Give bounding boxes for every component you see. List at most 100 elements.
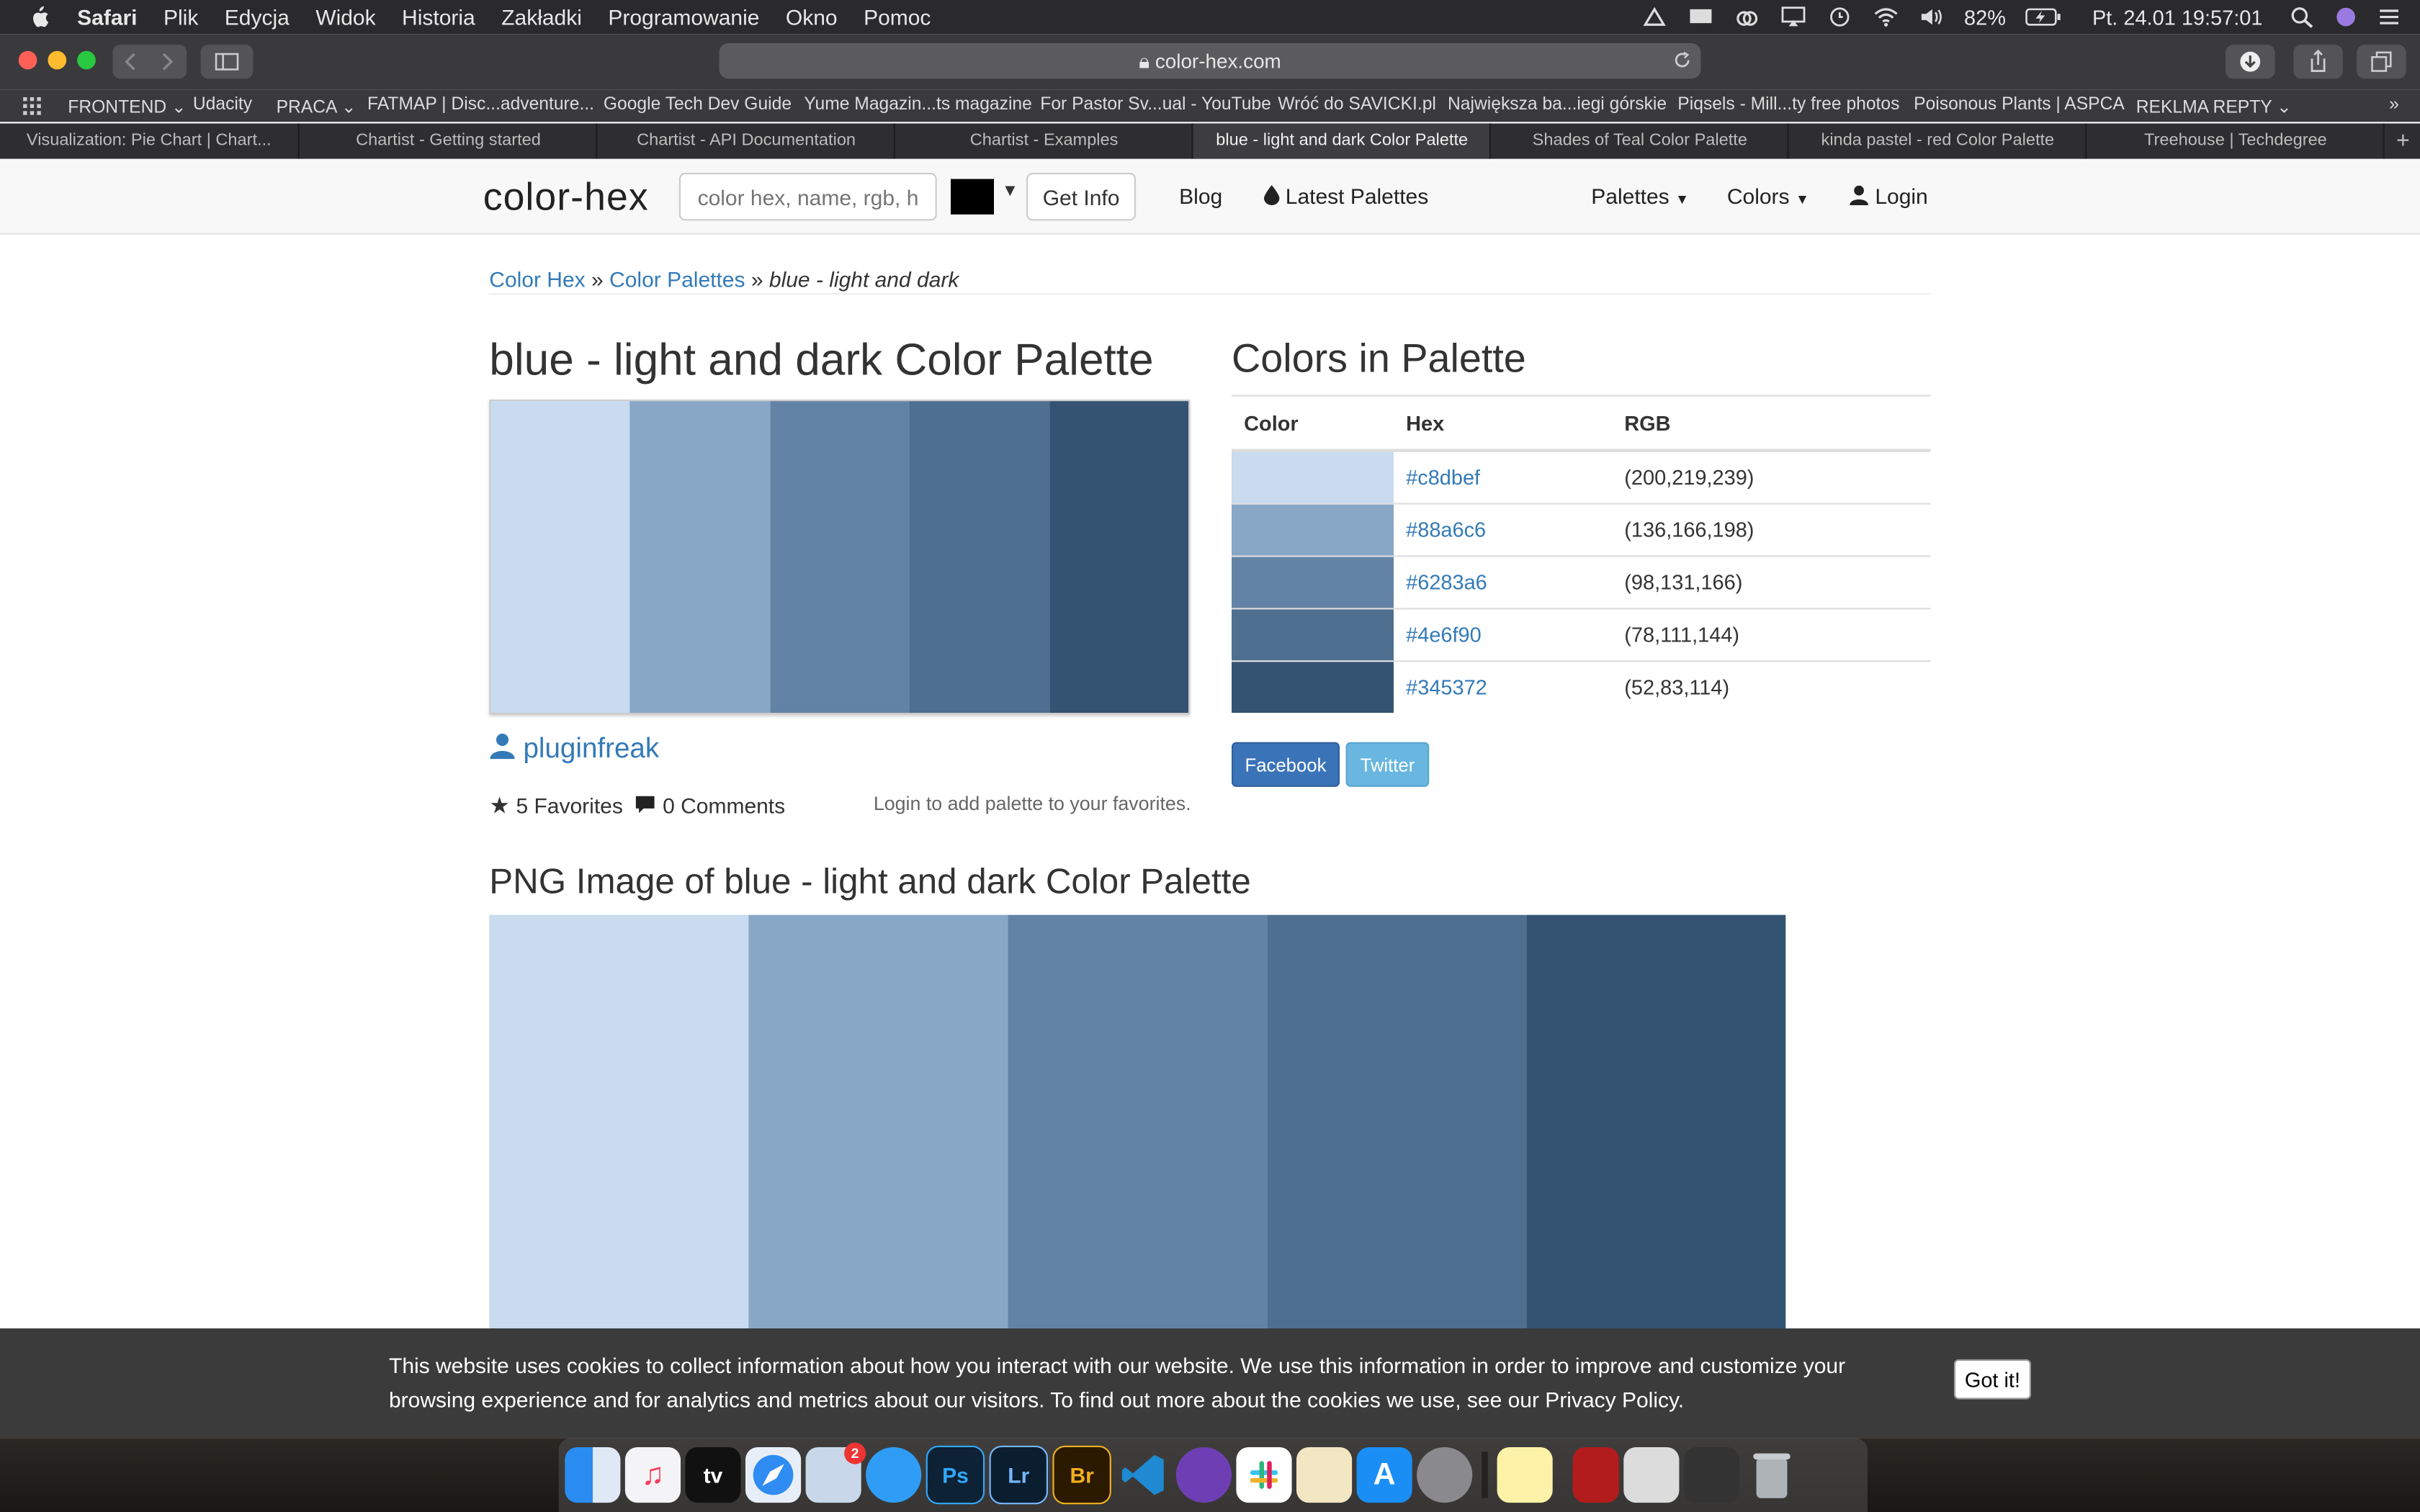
tab-blue-palette[interactable]: blue - light and dark Color Palette (1191, 123, 1491, 159)
creative-cloud-icon[interactable] (1733, 6, 1761, 28)
photoshop-icon[interactable]: Ps (926, 1445, 985, 1505)
breadcrumb-color-palettes[interactable]: Color Palettes (609, 267, 745, 292)
menu-historia[interactable]: Historia (402, 4, 475, 29)
github-icon[interactable] (1175, 1446, 1232, 1503)
battery-icon[interactable] (2025, 8, 2061, 27)
airplay-icon[interactable] (1779, 6, 1807, 28)
terminal-icon[interactable] (1477, 1447, 1492, 1503)
screenshot-icon[interactable] (1683, 1446, 1739, 1503)
tab-teal-palette[interactable]: Shades of Teal Color Palette (1489, 123, 1789, 159)
control-center-icon[interactable] (2377, 6, 2401, 28)
nav-latest-palettes-link[interactable]: Latest Palettes (1264, 184, 1428, 208)
menu-pomoc[interactable]: Pomoc (864, 4, 931, 29)
volume-icon[interactable] (1918, 6, 1946, 28)
hex-link[interactable]: #c8dbef (1406, 466, 1480, 489)
settings-icon[interactable] (1417, 1446, 1473, 1503)
nav-palettes-dropdown[interactable]: Palettes ▼ (1591, 184, 1689, 208)
messages-icon[interactable] (866, 1446, 922, 1503)
palette-swatch-5[interactable] (1049, 401, 1189, 713)
safari-icon[interactable] (745, 1446, 802, 1503)
bookmarks-overflow-icon[interactable]: » (2389, 96, 2399, 114)
close-window-icon[interactable] (18, 50, 37, 70)
favorites-count[interactable]: ★ 5 Favorites (489, 793, 623, 819)
script-icon[interactable] (1640, 6, 1668, 28)
menu-edycja[interactable]: Edycja (225, 4, 290, 29)
address-bar[interactable]: 🔒︎ color-hex.com (719, 43, 1701, 79)
facebook-share-button[interactable]: Facebook (1232, 742, 1340, 787)
palette-swatch-1[interactable] (490, 401, 631, 713)
bookmark-praca[interactable]: PRACA ⌄ (277, 96, 357, 117)
bookmark-aspca[interactable]: Poisonous Plants | ASPCA (1914, 96, 2125, 114)
menu-okno[interactable]: Okno (786, 4, 838, 29)
bookmark-udacity[interactable]: Udacity (193, 96, 252, 114)
nav-login-link[interactable]: Login (1849, 184, 1928, 208)
site-logo[interactable]: color-hex (483, 176, 649, 220)
bookmark-yume[interactable]: Yume Magazin...ts magazine (804, 96, 1031, 114)
siri-icon[interactable] (2334, 6, 2358, 28)
menu-programowanie[interactable]: Programowanie (608, 4, 759, 29)
cookie-accept-button[interactable]: Got it! (1953, 1359, 2031, 1400)
apple-icon[interactable] (28, 6, 50, 28)
lightroom-icon[interactable]: Lr (989, 1445, 1048, 1505)
get-info-button[interactable]: Get Info (1026, 173, 1137, 221)
tab-chartist-getting-started[interactable]: Chartist - Getting started (297, 123, 598, 159)
spotlight-search-icon[interactable] (2290, 6, 2315, 28)
hex-link[interactable]: #4e6f90 (1406, 624, 1482, 647)
tab-pie-chart[interactable]: Visualization: Pie Chart | Chart... (0, 123, 298, 158)
trash-icon[interactable] (1744, 1447, 1799, 1503)
hex-link[interactable]: #88a6c6 (1406, 518, 1486, 541)
menu-plik[interactable]: Plik (163, 4, 198, 29)
bridge-icon[interactable]: Br (1052, 1445, 1111, 1505)
preview-icon[interactable] (1623, 1446, 1680, 1503)
palette-swatch-4[interactable] (909, 401, 1049, 713)
chevron-down-icon[interactable]: ▼ (1002, 182, 1018, 201)
tab-red-palette[interactable]: kinda pastel - red Color Palette (1787, 123, 2087, 159)
menu-app-name[interactable]: Safari (77, 4, 137, 29)
hex-link[interactable]: #6283a6 (1406, 571, 1487, 594)
acrobat-icon[interactable] (1572, 1446, 1619, 1503)
tab-chartist-api[interactable]: Chartist - API Documentation (596, 123, 895, 159)
nav-blog-link[interactable]: Blog (1179, 184, 1222, 208)
slack-icon[interactable] (1236, 1446, 1292, 1503)
clock[interactable]: Pt. 24.01 19:57:01 (2092, 6, 2262, 29)
tab-overview-button[interactable] (2357, 45, 2406, 79)
mail-icon[interactable]: 2 (805, 1442, 866, 1503)
menu-zakladki[interactable]: Zakładki (501, 4, 582, 29)
zoom-window-icon[interactable] (77, 50, 96, 70)
share-button[interactable] (2293, 45, 2343, 79)
menu-widok[interactable]: Widok (315, 4, 375, 29)
bookmark-savicki[interactable]: Wróć do SAVICKI.pl (1278, 96, 1436, 114)
png-palette-image[interactable] (489, 914, 1786, 1332)
bookmark-youtube[interactable]: For Pastor Sv...ual - YouTube (1040, 96, 1271, 114)
tab-chartist-examples[interactable]: Chartist - Examples (893, 123, 1193, 159)
comments-count[interactable]: 0 Comments (635, 793, 785, 818)
time-machine-icon[interactable] (1825, 6, 1853, 28)
new-tab-icon[interactable]: + (2383, 123, 2420, 159)
tab-treehouse[interactable]: Treehouse | Techdegree (2085, 123, 2385, 159)
bookmark-piqsels[interactable]: Piqsels - Mill...ty free photos (1677, 96, 1899, 114)
reload-icon[interactable] (1673, 51, 1692, 70)
color-search-input[interactable] (678, 173, 937, 221)
appstore-icon[interactable]: A (1356, 1446, 1412, 1503)
wifi-icon[interactable] (1871, 6, 1899, 28)
back-icon[interactable] (122, 51, 140, 73)
grid-icon[interactable] (22, 96, 43, 116)
bookmark-google-tech[interactable]: Google Tech Dev Guide (604, 96, 792, 114)
palette-swatch-2[interactable] (630, 401, 770, 713)
twitter-share-button[interactable]: Twitter (1345, 742, 1430, 787)
nav-colors-dropdown[interactable]: Colors ▼ (1727, 184, 1809, 208)
music-icon[interactable]: ♫ (624, 1446, 681, 1503)
author-link[interactable]: pluginfreak (489, 733, 659, 765)
textedit-icon[interactable] (1296, 1446, 1353, 1503)
bookmark-frontend[interactable]: FRONTEND ⌄ (68, 96, 186, 117)
bookmark-reklma[interactable]: REKLMA REPTY ⌄ (2136, 96, 2292, 117)
display-icon[interactable] (1686, 6, 1714, 28)
forward-icon[interactable] (158, 51, 176, 73)
bookmark-biegi[interactable]: Największa ba...iegi górskie (1448, 96, 1667, 114)
color-picker-swatch[interactable] (951, 179, 994, 215)
palette-swatch-3[interactable] (769, 401, 910, 713)
vscode-icon[interactable] (1116, 1447, 1171, 1503)
tv-icon[interactable]: tv (685, 1446, 741, 1503)
minimize-window-icon[interactable] (48, 50, 67, 70)
downloads-button[interactable] (2226, 45, 2275, 79)
